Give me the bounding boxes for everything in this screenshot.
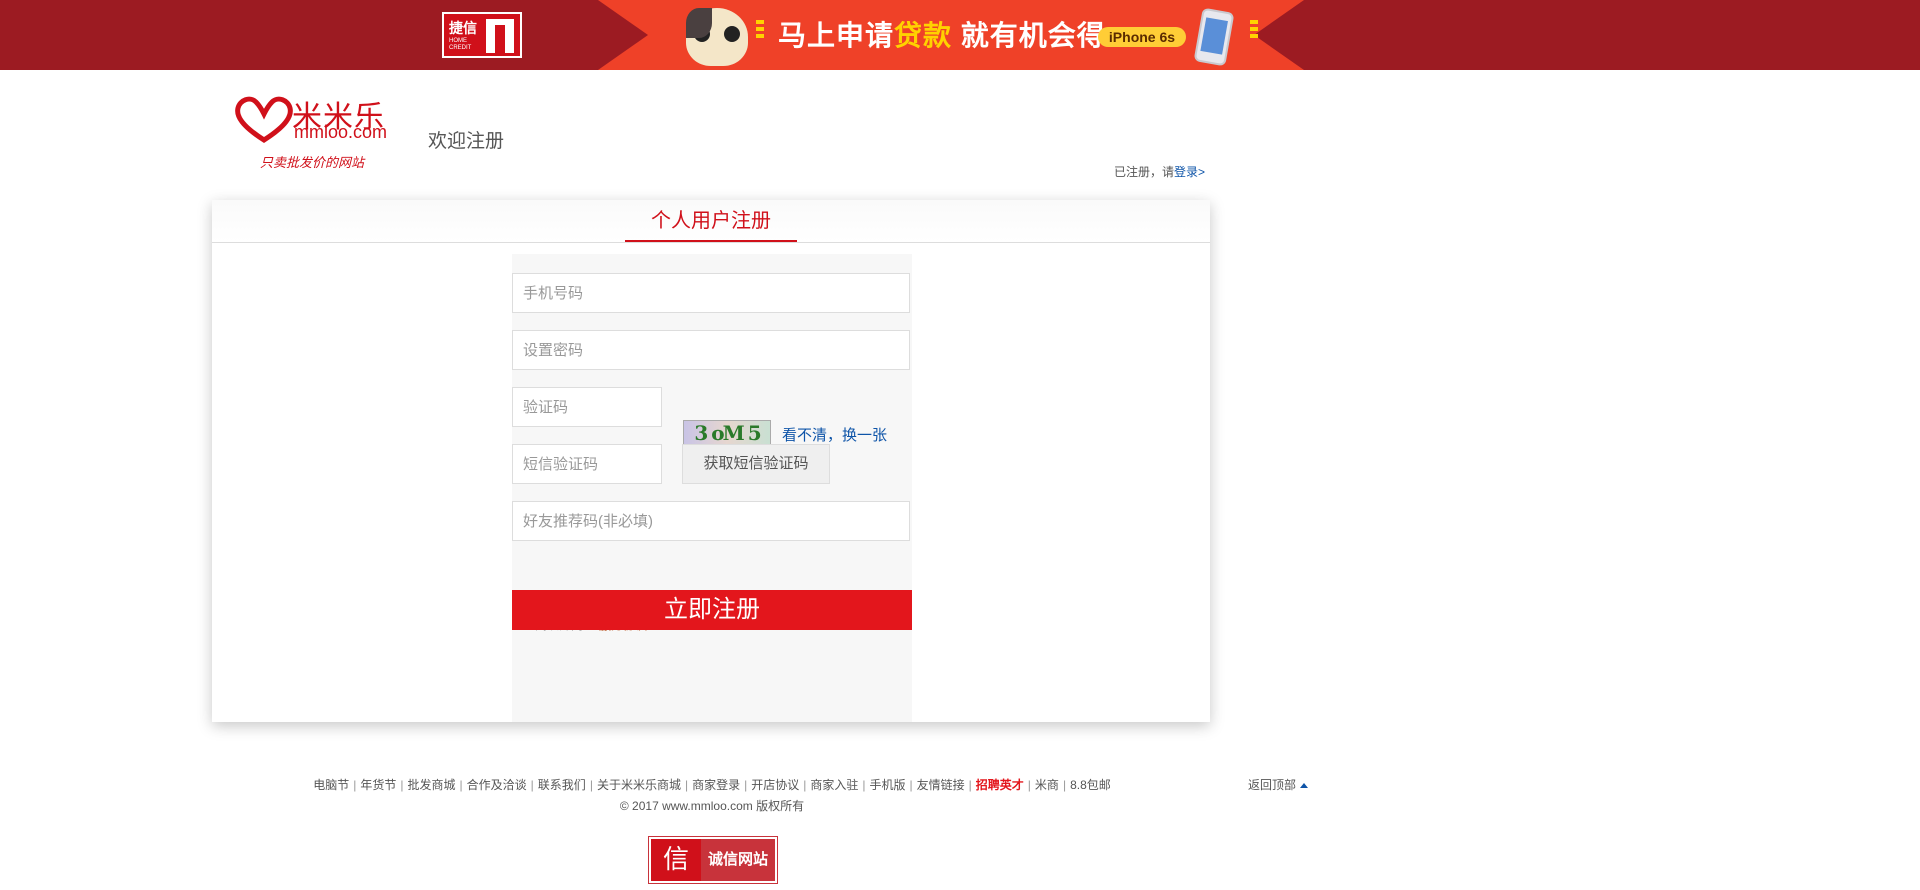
footer-link[interactable]: 关于米米乐商城 <box>597 778 681 792</box>
copyright: © 2017 www.mmloo.com 版权所有 <box>619 799 805 813</box>
arrow-up-icon <box>1300 783 1309 789</box>
captcha-refresh-link[interactable]: 看不清，换一张 <box>782 424 887 445</box>
footer-separator: | <box>1027 778 1031 792</box>
cat-mascot-icon <box>686 8 748 66</box>
banner-slogan: 马上申请贷款 就有机会得 <box>778 14 1106 54</box>
register-submit-button[interactable]: 立即注册 <box>512 590 912 630</box>
footer-link[interactable]: 友情链接 <box>917 778 965 792</box>
get-sms-code-button[interactable]: 获取短信验证码 <box>682 444 830 484</box>
logo-en: mmloo.com <box>294 122 388 142</box>
login-link[interactable]: 登录> <box>1174 165 1205 179</box>
stripe-decoration-icon <box>1250 20 1258 40</box>
stripe-decoration-icon <box>756 20 764 40</box>
tab-personal-registration[interactable]: 个人用户注册 <box>625 206 797 242</box>
footer-link[interactable]: 商家入驻 <box>810 778 858 792</box>
referral-code-input[interactable] <box>512 501 910 541</box>
footer-separator: | <box>968 778 972 792</box>
building-icon <box>486 19 514 53</box>
footer-link[interactable]: 商家登录 <box>692 778 740 792</box>
footer-separator: | <box>530 778 534 792</box>
footer-link[interactable]: 招聘英才 <box>976 778 1024 792</box>
footer-link[interactable]: 批发商城 <box>408 778 456 792</box>
sms-code-input[interactable] <box>512 444 662 484</box>
captcha-input[interactable] <box>512 387 662 427</box>
back-to-top-link[interactable]: 返回顶部 <box>1248 776 1309 793</box>
footer-link[interactable]: 联系我们 <box>538 778 586 792</box>
site-logo[interactable]: 米米乐 mmloo.com 只卖批发价的网站 <box>234 92 404 172</box>
footer-separator: | <box>353 778 357 792</box>
banner-right-wedge <box>1254 0 1304 70</box>
footer-separator: | <box>803 778 807 792</box>
heart-logo-icon <box>235 96 293 143</box>
trust-badge-label: 诚信网站 <box>701 839 775 881</box>
footer-separator: | <box>459 778 463 792</box>
footer-separator: | <box>589 778 593 792</box>
trust-seal-icon: 信 <box>651 839 701 881</box>
page-title: 欢迎注册 <box>428 131 505 152</box>
password-input[interactable] <box>512 330 910 370</box>
footer-link[interactable]: 电脑节 <box>313 778 349 792</box>
home-credit-cn: 捷信 <box>449 20 477 36</box>
card-tab-bar: 个人用户注册 <box>212 200 1210 243</box>
footer-nav: 电脑节 | 年货节 | 批发商城 | 合作及洽谈 | 联系我们 | 关于米米乐商城 | 商家登录 | 开店协… <box>0 776 1424 793</box>
home-credit-en: HOME CREDIT <box>449 38 472 51</box>
login-hint: 已注册，请登录> <box>1114 163 1205 180</box>
footer-separator: | <box>909 778 913 792</box>
footer-link[interactable]: 米商 <box>1035 778 1059 792</box>
back-to-top-label: 返回顶部 <box>1248 778 1297 792</box>
footer-separator: | <box>862 778 866 792</box>
captcha-image[interactable]: 3 oM 5 <box>683 420 771 446</box>
trust-website-badge[interactable]: 信 诚信网站 <box>648 836 778 884</box>
footer-link[interactable]: 年货节 <box>360 778 396 792</box>
footer-separator: | <box>400 778 404 792</box>
footer-link[interactable]: 开店协议 <box>751 778 799 792</box>
home-credit-logo: 捷信 HOME CREDIT <box>442 12 522 58</box>
footer-link[interactable]: 8.8包邮 <box>1070 778 1111 792</box>
registered-hint: 已注册，请 <box>1114 165 1175 179</box>
registration-card: 个人用户注册 3 oM 5 看不清，换一张 获取短信验证码 阅读并同意 服务协议… <box>212 200 1210 722</box>
banner-slogan-part1: 马上申请 <box>778 20 895 51</box>
banner-slogan-highlight: 贷款 <box>894 20 953 51</box>
footer-separator: | <box>684 778 689 792</box>
footer-separator: | <box>1062 778 1067 792</box>
footer-link[interactable]: 手机版 <box>870 778 906 792</box>
footer-separator: | <box>744 778 748 792</box>
banner-slogan-part2: 就有机会得 <box>952 20 1106 51</box>
footer-link[interactable]: 合作及洽谈 <box>467 778 527 792</box>
prize-badge: iPhone 6s <box>1098 27 1186 47</box>
phone-input[interactable] <box>512 273 910 313</box>
registration-form: 3 oM 5 看不清，换一张 获取短信验证码 阅读并同意 服务协议 立即注册 <box>512 254 912 722</box>
banner-left-wedge <box>598 0 648 70</box>
logo-slogan: 只卖批发价的网站 <box>260 156 365 171</box>
promo-banner[interactable]: 捷信 HOME CREDIT 马上申请贷款 就有机会得 iPhone 6s <box>0 0 1920 70</box>
